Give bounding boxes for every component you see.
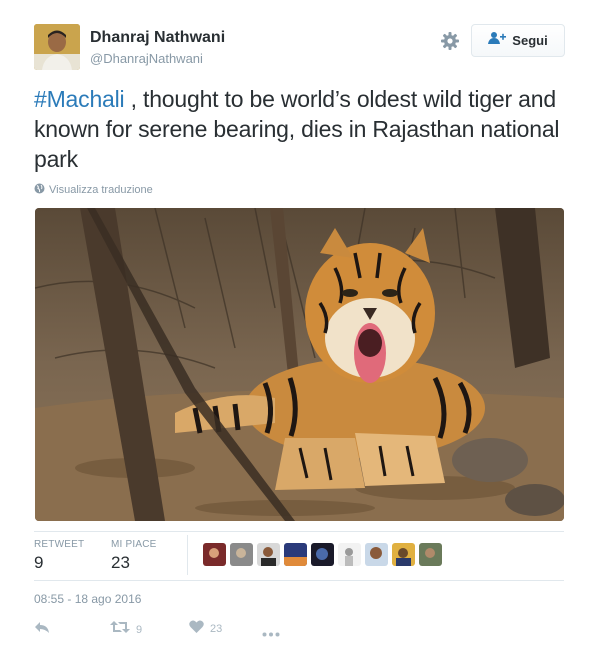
liker-avatar[interactable]	[392, 543, 415, 566]
retweet-count: 9	[136, 623, 143, 636]
like-stat[interactable]: MI PIACE 23	[111, 539, 157, 573]
hashtag-link[interactable]: #Machali	[34, 86, 125, 112]
stats-top-divider	[34, 531, 564, 532]
tweet-photo[interactable]	[35, 208, 564, 521]
stats-bottom-divider	[34, 580, 564, 581]
follow-button-label: Segui	[512, 33, 548, 48]
globe-icon	[34, 183, 45, 197]
liker-avatar[interactable]	[203, 543, 226, 566]
liker-avatar[interactable]	[311, 543, 334, 566]
reply-button[interactable]	[34, 620, 50, 639]
stats-separator	[187, 535, 188, 575]
retweet-stat[interactable]: RETWEET 9	[34, 539, 84, 573]
follow-person-icon	[488, 31, 507, 50]
translate-label: Visualizza traduzione	[49, 184, 153, 196]
more-icon	[262, 624, 280, 642]
liker-avatar[interactable]	[365, 543, 388, 566]
liker-avatars	[203, 543, 442, 566]
user-name[interactable]: Dhanraj Nathwani	[90, 29, 225, 47]
liker-avatar[interactable]	[284, 543, 307, 566]
follow-button[interactable]: Segui	[471, 24, 565, 57]
user-handle[interactable]: @DhanrajNathwani	[90, 51, 203, 66]
like-count: 23	[210, 623, 223, 635]
retweet-stat-value: 9	[34, 553, 44, 572]
more-button[interactable]	[262, 624, 280, 642]
reply-icon	[34, 620, 50, 639]
avatar[interactable]	[34, 24, 80, 70]
retweet-stat-label: RETWEET	[34, 539, 85, 550]
like-button[interactable]: 23	[189, 620, 222, 638]
liker-avatar[interactable]	[230, 543, 253, 566]
tweet-text: #Machali , thought to be world’s oldest …	[34, 84, 564, 174]
liker-avatar[interactable]	[257, 543, 280, 566]
settings-gear-icon[interactable]	[439, 30, 461, 52]
retweet-button[interactable]: 9	[110, 620, 142, 639]
retweet-icon	[110, 620, 130, 639]
liker-avatar[interactable]	[338, 543, 361, 566]
tiger-photo-illustration	[35, 208, 564, 521]
tweet-card: Dhanraj Nathwani @DhanrajNathwani Segui …	[0, 0, 597, 660]
heart-icon	[189, 620, 204, 638]
translate-link[interactable]: Visualizza traduzione	[34, 183, 153, 197]
tweet-timestamp[interactable]: 08:55 - 18 ago 2016	[34, 592, 141, 606]
tweet-actions: 9 23	[34, 620, 334, 640]
like-stat-label: MI PIACE	[111, 539, 157, 550]
liker-avatar[interactable]	[419, 543, 442, 566]
like-stat-value: 23	[111, 553, 130, 572]
